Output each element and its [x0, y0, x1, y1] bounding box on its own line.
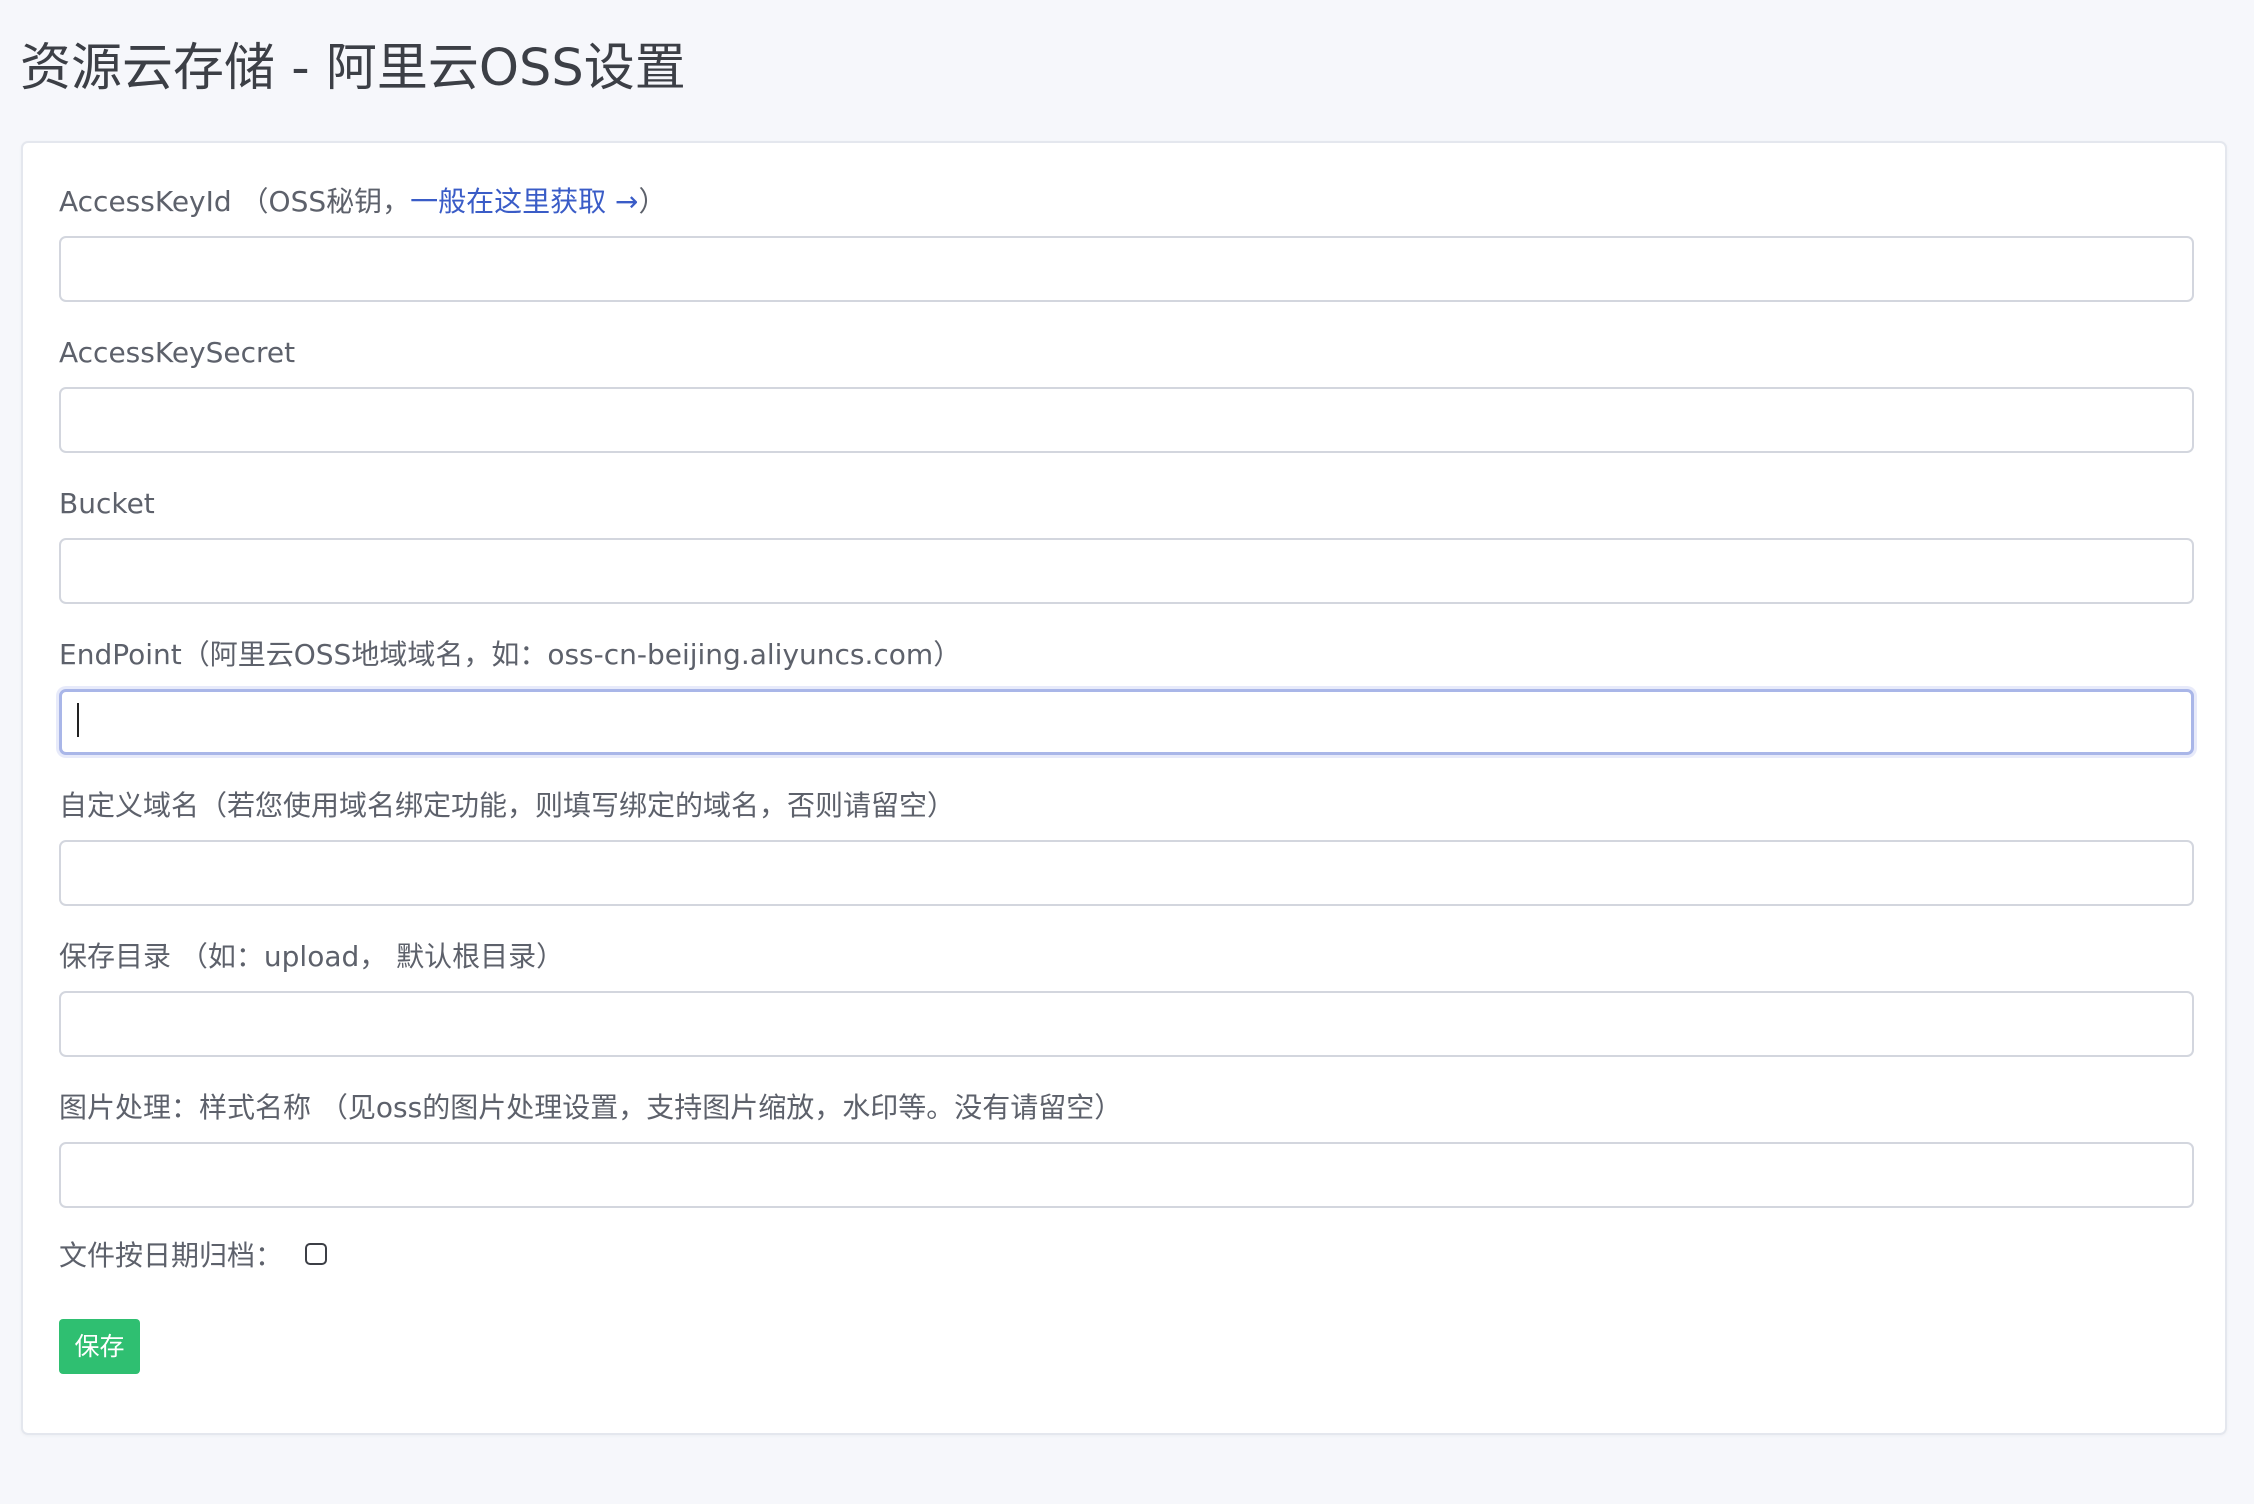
access-key-id-label-text: AccessKeyId （OSS秘钥，	[59, 185, 411, 218]
bucket-label: Bucket	[59, 487, 155, 520]
archive-by-date-row: 文件按日期归档：	[59, 1236, 328, 1276]
endpoint-input[interactable]	[59, 689, 2194, 755]
save-dir-label: 保存目录 （如：upload， 默认根目录）	[59, 940, 565, 973]
access-key-id-label: AccessKeyId （OSS秘钥，一般在这里获取 →）	[59, 182, 667, 222]
image-style-label: 图片处理：样式名称 （见oss的图片处理设置，支持图片缩放，水印等。没有请留空）	[59, 1091, 1123, 1124]
get-key-link[interactable]: 一般在这里获取 →	[410, 185, 638, 218]
custom-domain-input[interactable]	[59, 840, 2194, 906]
bucket-input[interactable]	[59, 538, 2194, 604]
custom-domain-label: 自定义域名（若您使用域名绑定功能，则填写绑定的域名，否则请留空）	[59, 789, 956, 822]
archive-by-date-label: 文件按日期归档：	[59, 1239, 284, 1272]
access-key-secret-input[interactable]	[59, 387, 2194, 453]
archive-by-date-checkbox[interactable]	[305, 1243, 328, 1265]
access-key-id-input[interactable]	[59, 236, 2194, 302]
save-dir-input[interactable]	[59, 991, 2194, 1057]
endpoint-input-wrap	[59, 689, 2194, 755]
page-title: 资源云存储 - 阿里云OSS设置	[20, 39, 686, 98]
text-caret	[77, 703, 79, 737]
access-key-secret-label: AccessKeySecret	[59, 336, 296, 369]
settings-card: AccessKeyId （OSS秘钥，一般在这里获取 →） AccessKeyS…	[21, 141, 2227, 1435]
access-key-id-label-suffix: ）	[638, 185, 667, 218]
image-style-input[interactable]	[59, 1142, 2194, 1208]
oss-settings-page: 资源云存储 - 阿里云OSS设置 AccessKeyId （OSS秘钥，一般在这…	[0, 0, 2254, 1504]
save-button[interactable]: 保存	[59, 1319, 140, 1374]
endpoint-label: EndPoint（阿里云OSS地域域名，如：oss-cn-beijing.ali…	[59, 638, 962, 671]
